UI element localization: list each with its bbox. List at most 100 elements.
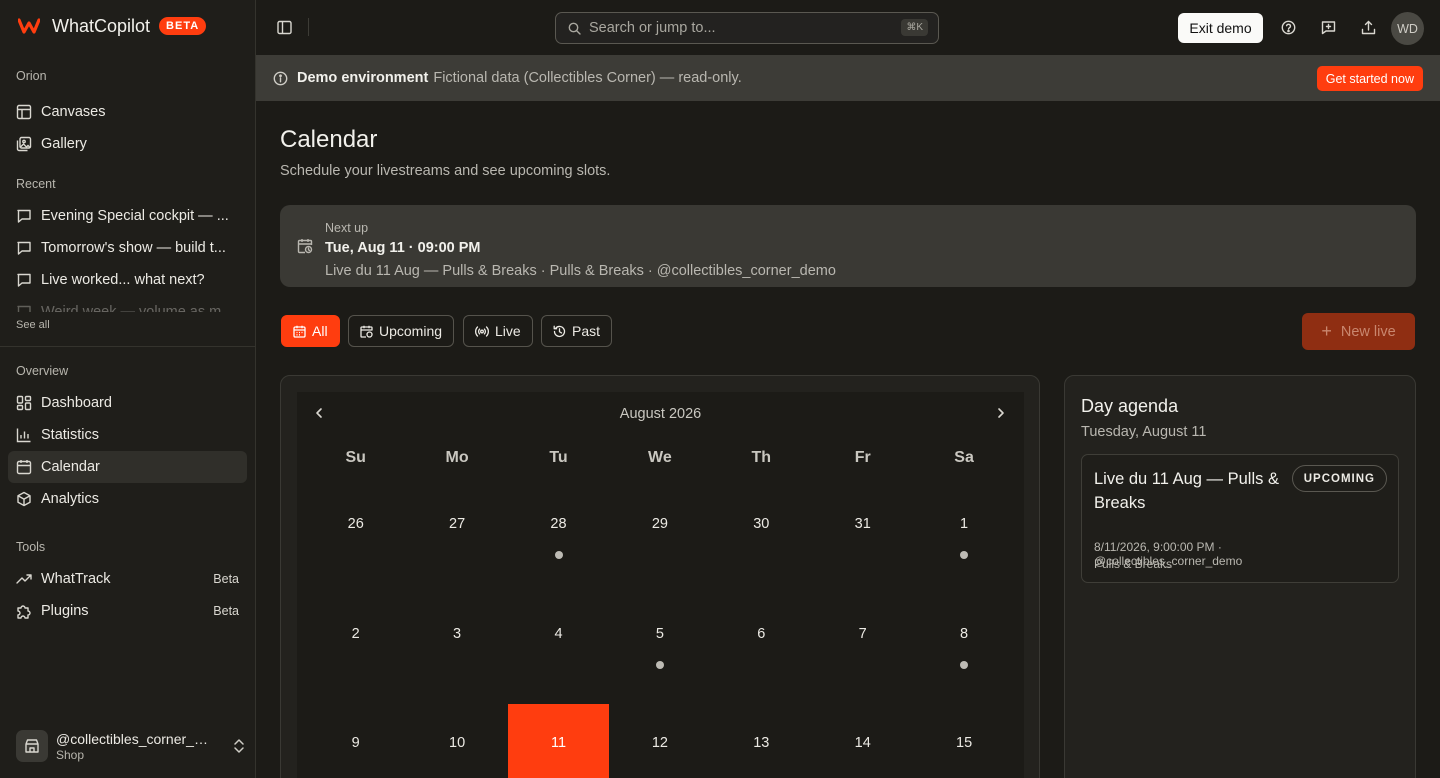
filter-past[interactable]: Past <box>541 315 613 347</box>
sidebar-item-label: Plugins <box>41 603 89 619</box>
day-number: 28 <box>550 516 567 532</box>
account-switcher[interactable]: @collectibles_corner_demo Shop <box>16 729 246 763</box>
recent-item[interactable]: Tomorrow's show — build t... <box>8 232 247 264</box>
new-live-label: New live <box>1340 323 1396 340</box>
calendar-day[interactable]: 14 <box>812 704 913 778</box>
chat-icon <box>16 304 32 312</box>
calendar-clock-icon <box>360 325 373 338</box>
recent-item-label: Tomorrow's show — build t... <box>41 240 226 256</box>
beta-tag: Beta <box>213 572 239 586</box>
calendar-day[interactable]: 7 <box>812 595 913 705</box>
calendar-day[interactable]: 3 <box>406 595 507 705</box>
agenda-title: Day agenda <box>1081 396 1179 416</box>
calendar-day[interactable]: 27 <box>406 485 507 595</box>
exit-demo-button[interactable]: Exit demo <box>1178 13 1263 43</box>
calendar-day[interactable]: 8 <box>913 595 1014 705</box>
filter-live[interactable]: Live <box>463 315 533 347</box>
account-type: Shop <box>56 747 85 762</box>
agenda-event-card[interactable]: Live du 11 Aug — Pulls & Breaks UPCOMING… <box>1081 454 1399 583</box>
calendar-day[interactable]: 1 <box>913 485 1014 595</box>
sidebar-item-gallery[interactable]: Gallery <box>8 128 247 160</box>
day-number: 27 <box>449 516 466 532</box>
calendar-clock-icon <box>297 238 313 254</box>
sidebar-item-analytics[interactable]: Analytics <box>8 483 247 515</box>
calendar-day[interactable]: 10 <box>406 704 507 778</box>
get-started-button[interactable]: Get started now <box>1316 66 1423 91</box>
calendar-day[interactable]: 29 <box>609 485 710 595</box>
day-number: 10 <box>449 735 466 751</box>
recent-item[interactable]: Evening Special cockpit — ... <box>8 200 247 232</box>
recent-item-label: Live worked... what next? <box>41 272 205 288</box>
filter-all[interactable]: All <box>281 315 340 347</box>
calendar-day[interactable]: 13 <box>711 704 812 778</box>
filter-label: Past <box>572 323 601 339</box>
calendar-day[interactable]: 9 <box>305 704 406 778</box>
banner-text: Fictional data (Collectibles Corner) — r… <box>433 70 742 86</box>
filter-label: Live <box>495 323 521 339</box>
feedback-icon[interactable] <box>1321 20 1336 35</box>
calendar-day[interactable]: 28 <box>508 485 609 595</box>
recent-item[interactable]: Live worked... what next? <box>8 264 247 296</box>
next-month-icon[interactable] <box>996 406 1006 420</box>
calendar-day[interactable]: 6 <box>711 595 812 705</box>
search-placeholder: Search or jump to... <box>589 20 716 36</box>
topbar-divider <box>308 18 309 36</box>
day-number: 7 <box>858 625 867 642</box>
calendar-day[interactable]: 15 <box>913 704 1014 778</box>
search-input[interactable]: Search or jump to... ⌘K <box>555 12 939 44</box>
calendar-day[interactable]: 26 <box>305 485 406 595</box>
search-icon <box>568 22 581 35</box>
account-handle: @collectibles_corner_demo <box>56 730 214 747</box>
event-dot <box>960 551 969 559</box>
calendar-icon <box>16 459 32 475</box>
day-number: 13 <box>753 735 770 751</box>
share-icon[interactable] <box>1361 20 1376 35</box>
sidebar-item-whattrack[interactable]: WhatTrack Beta <box>8 563 247 595</box>
event-title: Live du 11 Aug — Pulls & Breaks <box>1094 470 1279 512</box>
user-avatar[interactable]: WD <box>1391 12 1424 45</box>
filter-upcoming[interactable]: Upcoming <box>348 315 455 347</box>
chevron-up-down-icon <box>232 738 246 754</box>
calendar-day-selected[interactable]: 11 <box>507 704 610 778</box>
beta-badge: BETA <box>159 17 207 35</box>
sidebar-item-dashboard[interactable]: Dashboard <box>8 387 247 419</box>
calendar-day[interactable]: 4 <box>508 595 609 705</box>
day-agenda-panel: Day agenda Tuesday, August 11 Live du 11… <box>1064 375 1416 778</box>
trending-icon <box>16 571 32 587</box>
page-title: Calendar <box>280 126 378 153</box>
day-number: 9 <box>351 735 360 751</box>
see-all-link[interactable]: See all <box>16 319 50 331</box>
banner-title: Demo environment <box>297 70 429 86</box>
store-icon <box>16 730 48 762</box>
next-up-card[interactable]: Next up Tue, Aug 11 · 09:00 PM Live du 1… <box>280 205 1416 287</box>
sidebar-item-calendar[interactable]: Calendar <box>8 451 247 483</box>
brand[interactable]: WhatCopilot BETA <box>18 14 207 38</box>
calendar-day[interactable]: 31 <box>812 485 913 595</box>
weekday-header: Tu <box>549 449 568 466</box>
calendar-day[interactable]: 5 <box>609 595 710 705</box>
sidebar-toggle-icon[interactable] <box>277 20 292 35</box>
event-dot <box>656 660 665 669</box>
day-number: 6 <box>757 625 766 642</box>
chat-icon <box>16 272 32 288</box>
sidebar-item-canvases[interactable]: Canvases <box>8 96 247 128</box>
filter-label: Upcoming <box>379 323 443 339</box>
calendar-icon <box>293 325 306 338</box>
recent-item[interactable]: Weird week — volume as m... <box>8 296 247 312</box>
event-dot <box>554 551 563 559</box>
weekday-header: Mo <box>445 449 469 466</box>
calendar-day[interactable]: 12 <box>609 704 710 778</box>
org-heading: Orion <box>16 69 47 83</box>
new-live-button[interactable]: + New live <box>1302 313 1415 350</box>
calendar-day[interactable]: 30 <box>711 485 812 595</box>
weekday-header: Fr <box>854 449 871 466</box>
brand-name: WhatCopilot <box>52 15 151 36</box>
day-number: 30 <box>753 516 770 532</box>
day-number: 15 <box>956 735 973 751</box>
day-number: 8 <box>960 625 969 642</box>
sidebar-item-plugins[interactable]: Plugins Beta <box>8 595 247 627</box>
calendar-day[interactable]: 2 <box>305 595 406 705</box>
help-icon[interactable] <box>1281 20 1296 35</box>
sidebar-item-statistics[interactable]: Statistics <box>8 419 247 451</box>
sidebar-item-label: WhatTrack <box>41 571 111 587</box>
